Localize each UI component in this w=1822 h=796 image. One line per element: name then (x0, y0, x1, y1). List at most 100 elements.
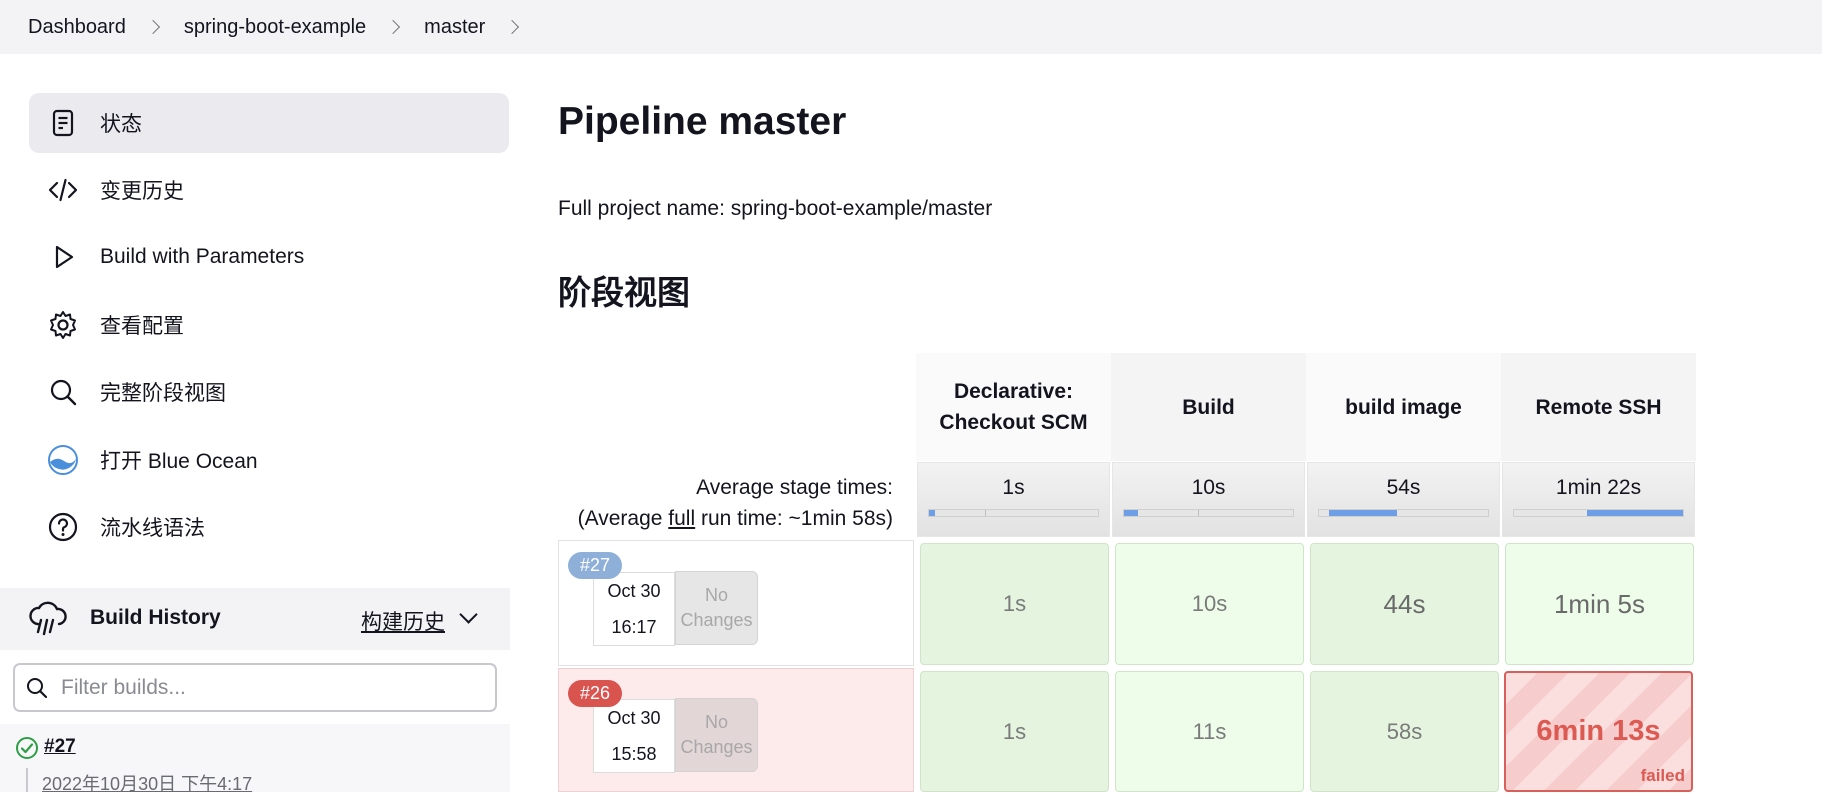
build-time: 16:17 (611, 617, 657, 637)
stage-duration: 1s (1002, 591, 1027, 616)
sidebar-item-build-with-parameters[interactable]: Build with Parameters (29, 227, 509, 287)
sidebar-item-configure[interactable]: 查看配置 (29, 295, 509, 355)
build-number-badge[interactable]: #27 (568, 552, 622, 579)
average-time-bar (1123, 509, 1294, 517)
changes-text: Changes (680, 610, 753, 630)
sidebar-item-label: 流水线语法 (100, 517, 205, 540)
average-time-bar-fill (1124, 510, 1138, 516)
code-icon (48, 178, 78, 202)
stage-cell[interactable]: 44s (1310, 543, 1499, 665)
search-icon (50, 379, 77, 406)
stage-header: Build (1111, 353, 1306, 461)
average-time-bar (928, 509, 1099, 517)
average-run-prefix: (Average (577, 507, 669, 530)
build-history-list: #27 2022年10月30日 下午4:17 (0, 724, 510, 794)
play-icon (55, 245, 74, 269)
stage-duration: 1s (1002, 718, 1027, 744)
build-date-card: Oct 30 16:17 (593, 572, 675, 646)
sidebar-item-changes[interactable]: 变更历史 (29, 160, 509, 220)
build-date-card: Oct 30 15:58 (593, 699, 675, 773)
stage-duration: 6min 13s (1536, 715, 1661, 747)
stage-cell-failed[interactable]: 6min 13s failed (1504, 671, 1693, 792)
breadcrumb-job[interactable]: spring-boot-example (184, 16, 366, 39)
stage-cell[interactable]: 58s (1310, 671, 1499, 792)
average-time-bar-fill (929, 510, 935, 516)
average-time-cell: 54s (1307, 462, 1500, 537)
stage-name: build image (1345, 395, 1462, 419)
sidebar-item-label: Build with Parameters (100, 245, 305, 268)
breadcrumb-branch[interactable]: master (424, 16, 485, 39)
stage-cell[interactable]: 1min 5s (1505, 543, 1694, 665)
sidebar-item-pipeline-syntax[interactable]: 流水线语法 (29, 497, 509, 557)
chevron-right-icon[interactable] (505, 19, 520, 35)
timeline-line (26, 768, 28, 792)
stage-name-line1: Declarative: (953, 380, 1074, 403)
stage-cell[interactable]: 11s (1115, 671, 1304, 792)
gear-icon (50, 311, 76, 339)
status-document-icon (52, 109, 74, 137)
sidebar-item-full-stage-view[interactable]: 完整阶段视图 (29, 362, 509, 422)
stage-cell[interactable]: 1s (920, 671, 1109, 792)
build-history-date[interactable]: 2022年10月30日 下午4:17 (42, 770, 252, 796)
average-time-value: 10s (1191, 476, 1226, 499)
average-time-bar-fill (1329, 510, 1397, 516)
build-number-badge[interactable]: #26 (568, 680, 622, 707)
average-time-cell: 1s (917, 462, 1110, 537)
stage-duration: 10s (1191, 591, 1228, 616)
blue-ocean-icon (48, 445, 78, 475)
stage-duration: 1min 5s (1553, 588, 1646, 619)
breadcrumb-dashboard[interactable]: Dashboard (28, 16, 126, 39)
sidebar-item-label: 完整阶段视图 (100, 382, 226, 405)
average-time-bar-fill (1587, 510, 1683, 516)
sidebar-item-label: 打开 Blue Ocean (100, 450, 258, 473)
stage-name: Remote SSH (1535, 395, 1662, 419)
chevron-down-icon[interactable] (459, 605, 478, 624)
average-time-cell: 10s (1112, 462, 1305, 537)
breadcrumb: Dashboard spring-boot-example master (0, 0, 1822, 54)
changes-text: Changes (680, 737, 753, 757)
stage-duration: 11s (1192, 718, 1227, 744)
average-time-cell: 1min 22s (1502, 462, 1695, 537)
stage-header: Remote SSH (1501, 353, 1696, 461)
stage-header: build image (1306, 353, 1501, 461)
sidebar-item-label: 查看配置 (100, 315, 184, 338)
sidebar-item-label: 变更历史 (100, 180, 184, 203)
build-history-link[interactable]: 构建历史 (361, 606, 445, 636)
stage-cell[interactable]: 1s (920, 543, 1109, 665)
stage-name: Build (1182, 395, 1235, 419)
changes-card[interactable]: No Changes (675, 698, 758, 772)
stage-name-line2: Checkout SCM (939, 411, 1088, 434)
bar-tick (1198, 510, 1199, 516)
average-times-label: Average stage times: (Average full run t… (558, 472, 893, 534)
average-time-value: 1min 22s (1555, 476, 1642, 499)
chevron-right-icon (145, 19, 160, 35)
build-history-header: Build History 构建历史 (0, 588, 510, 650)
average-time-value: 1s (1002, 476, 1025, 499)
changes-card[interactable]: No Changes (675, 571, 758, 645)
filter-builds-field (13, 663, 497, 712)
average-time-bar (1318, 509, 1489, 517)
build-time: 15:58 (611, 744, 657, 764)
sidebar-item-status[interactable]: 状态 (29, 93, 509, 153)
sidebar-item-blue-ocean[interactable]: 打开 Blue Ocean (29, 430, 509, 490)
build-history-title: Build History (90, 606, 221, 629)
average-run-suffix: run time: ~1min 58s) (695, 507, 893, 530)
cloud-rain-icon (29, 601, 67, 636)
average-full-link[interactable]: full (668, 507, 695, 530)
failed-label: failed (1640, 766, 1685, 785)
stage-duration: 58s (1386, 718, 1423, 744)
chevron-right-icon (386, 19, 401, 35)
stage-cell[interactable]: 10s (1115, 543, 1304, 665)
success-check-icon (16, 737, 38, 759)
page-title: Pipeline master (558, 100, 847, 143)
stage-header: Declarative: Checkout SCM (916, 353, 1111, 461)
average-time-bar (1513, 509, 1684, 517)
average-time-value: 54s (1386, 476, 1421, 499)
bar-tick (985, 510, 986, 516)
filter-builds-input[interactable] (59, 671, 483, 705)
build-history-number[interactable]: #27 (44, 736, 76, 758)
stage-view-title: 阶段视图 (558, 274, 690, 311)
build-date: Oct 30 (607, 581, 661, 601)
changes-text: No (704, 585, 728, 605)
search-icon (27, 678, 48, 699)
